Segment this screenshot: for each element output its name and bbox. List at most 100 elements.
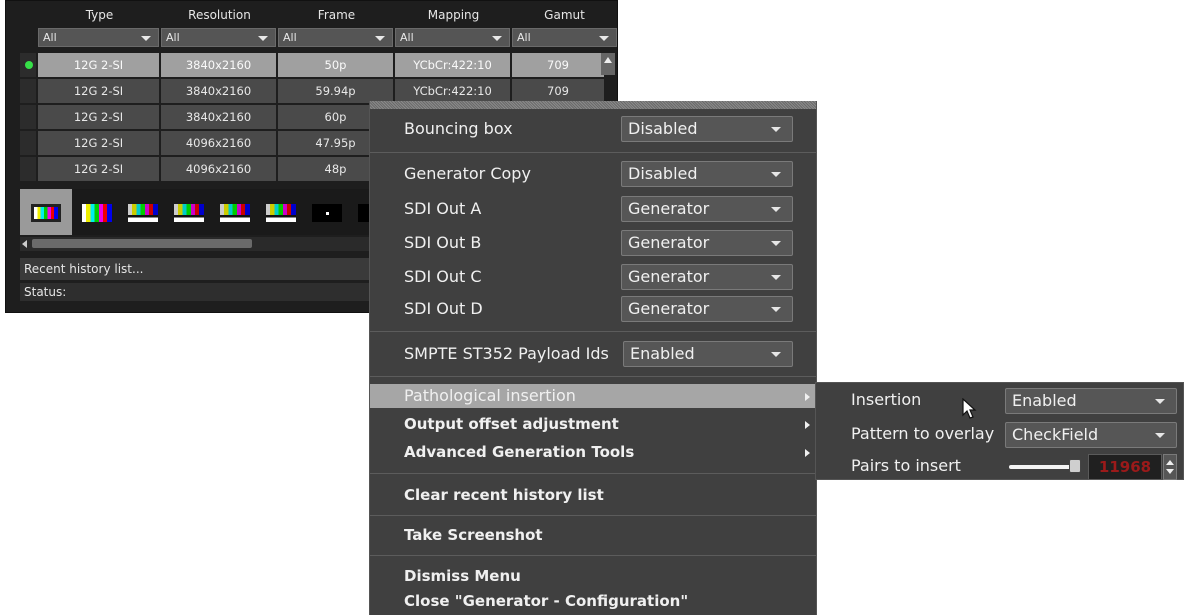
submenu-arrow-icon	[805, 449, 810, 457]
col-header-mapping[interactable]: Mapping	[395, 5, 512, 25]
filter-mapping-value: All	[400, 31, 414, 44]
filter-frame[interactable]: All	[278, 28, 393, 47]
pathological-submenu: Insertion Enabled Pattern to overlay Che…	[815, 382, 1184, 480]
close-window-label: Close "Generator - Configuration"	[404, 592, 689, 610]
cell-gamut: 709	[512, 53, 604, 77]
menu-item-generator-copy: Generator Copy Disabled	[370, 161, 816, 187]
cell-mapping: YCbCr:422:10	[395, 53, 510, 77]
insertion-dropdown[interactable]: Enabled	[1005, 388, 1177, 414]
chevron-down-icon	[771, 172, 781, 177]
smpte-bars-icon	[266, 204, 296, 222]
cell-resolution: 3840x2160	[161, 79, 276, 103]
filter-row: All All All All All	[38, 28, 617, 47]
col-header-gamut[interactable]: Gamut	[512, 5, 617, 25]
menu-item-sdi-out-a: SDI Out A Generator	[370, 196, 816, 222]
sdi-out-c-value: Generator	[628, 267, 710, 286]
pattern-dropdown[interactable]: CheckField	[1005, 422, 1177, 448]
submenu-item-pairs: Pairs to insert 11968	[816, 453, 1185, 480]
pairs-slider-handle[interactable]	[1069, 459, 1081, 473]
row-indicator	[20, 131, 36, 155]
pairs-label: Pairs to insert	[851, 456, 961, 475]
pattern-thumb[interactable]	[260, 189, 304, 235]
chevron-down-icon	[771, 275, 781, 280]
clear-history-label: Clear recent history list	[404, 486, 604, 504]
menu-separator	[370, 473, 816, 474]
black-dot-icon	[312, 204, 342, 222]
filter-gamut[interactable]: All	[512, 28, 617, 47]
menu-separator	[370, 376, 816, 377]
cell-type: 12G 2-SI	[38, 53, 159, 77]
smpte-bars-icon	[174, 204, 204, 222]
chevron-down-icon	[771, 352, 781, 357]
col-header-frame[interactable]: Frame	[278, 5, 395, 25]
cell-type: 12G 2-SI	[38, 131, 159, 155]
dismiss-menu-label: Dismiss Menu	[404, 567, 521, 585]
bouncing-box-label: Bouncing box	[404, 119, 513, 138]
chevron-down-icon	[771, 241, 781, 246]
pattern-thumb[interactable]	[168, 189, 212, 235]
color-bars-icon	[82, 204, 112, 222]
row-indicator	[20, 79, 36, 103]
submenu-arrow-icon	[805, 421, 810, 429]
pattern-thumb[interactable]	[306, 189, 350, 235]
generator-copy-dropdown[interactable]: Disabled	[621, 161, 793, 187]
cell-gamut: 709	[512, 79, 604, 103]
pattern-thumb-selected[interactable]	[20, 189, 72, 235]
bouncing-box-dropdown[interactable]: Disabled	[621, 116, 793, 142]
filter-resolution[interactable]: All	[161, 28, 276, 47]
menu-item-clear-history[interactable]: Clear recent history list	[370, 482, 816, 508]
sdi-out-a-label: SDI Out A	[404, 199, 482, 218]
cell-resolution: 4096x2160	[161, 131, 276, 155]
menu-item-close-window[interactable]: Close "Generator - Configuration"	[370, 588, 816, 614]
sdi-out-d-value: Generator	[628, 299, 710, 318]
pattern-value: CheckField	[1012, 425, 1099, 444]
menu-item-dismiss[interactable]: Dismiss Menu	[370, 563, 816, 589]
table-row[interactable]: 12G 2-SI 3840x2160 50p YCbCr:422:10 709	[20, 53, 606, 77]
table-row[interactable]: 12G 2-SI 3840x2160 59.94p YCbCr:422:10 7…	[20, 79, 606, 103]
pattern-thumb[interactable]	[214, 189, 258, 235]
filter-type[interactable]: All	[38, 28, 159, 47]
chevron-down-icon	[599, 36, 609, 41]
menu-item-pathological-insertion[interactable]: Pathological insertion	[370, 384, 816, 408]
pairs-spinbox-value[interactable]: 11968	[1088, 454, 1162, 480]
pattern-thumb[interactable]	[122, 189, 166, 235]
menu-item-take-screenshot[interactable]: Take Screenshot	[370, 522, 816, 548]
scrollbar-thumb[interactable]	[32, 239, 252, 248]
col-header-type[interactable]: Type	[38, 5, 161, 25]
active-dot-icon	[25, 61, 33, 69]
submenu-item-pattern: Pattern to overlay CheckField	[816, 421, 1185, 448]
menu-item-output-offset[interactable]: Output offset adjustment	[370, 412, 816, 436]
smpte-bars-icon	[220, 204, 250, 222]
mouse-pointer-icon	[962, 398, 977, 419]
scroll-up-button[interactable]	[601, 53, 615, 75]
menu-item-advanced-generation[interactable]: Advanced Generation Tools	[370, 440, 816, 464]
scroll-left-icon[interactable]	[22, 240, 27, 248]
sdi-out-b-dropdown[interactable]: Generator	[621, 230, 793, 256]
menu-separator	[370, 152, 816, 153]
filter-type-value: All	[43, 31, 57, 44]
smpte-payload-dropdown[interactable]: Enabled	[623, 341, 793, 367]
insertion-value: Enabled	[1012, 391, 1077, 410]
sdi-out-d-dropdown[interactable]: Generator	[621, 296, 793, 322]
sdi-out-a-value: Generator	[628, 199, 710, 218]
sdi-out-a-dropdown[interactable]: Generator	[621, 196, 793, 222]
sdi-out-b-label: SDI Out B	[404, 233, 482, 252]
menu-separator	[370, 555, 816, 556]
sdi-out-c-dropdown[interactable]: Generator	[621, 264, 793, 290]
chevron-down-icon	[771, 207, 781, 212]
menu-drag-grip[interactable]	[370, 101, 816, 109]
chevron-down-icon	[141, 36, 151, 41]
pattern-label: Pattern to overlay	[851, 424, 995, 443]
cell-type: 12G 2-SI	[38, 157, 159, 181]
pairs-spin-buttons[interactable]	[1163, 454, 1177, 480]
color-bars-icon	[31, 204, 61, 222]
chevron-down-icon	[375, 36, 385, 41]
pattern-thumb[interactable]	[76, 189, 120, 235]
menu-item-sdi-out-b: SDI Out B Generator	[370, 230, 816, 256]
chevron-down-icon	[492, 36, 502, 41]
menu-separator	[370, 331, 816, 332]
col-header-resolution[interactable]: Resolution	[161, 5, 278, 25]
filter-mapping[interactable]: All	[395, 28, 510, 47]
row-indicator	[20, 157, 36, 181]
cell-resolution: 3840x2160	[161, 53, 276, 77]
